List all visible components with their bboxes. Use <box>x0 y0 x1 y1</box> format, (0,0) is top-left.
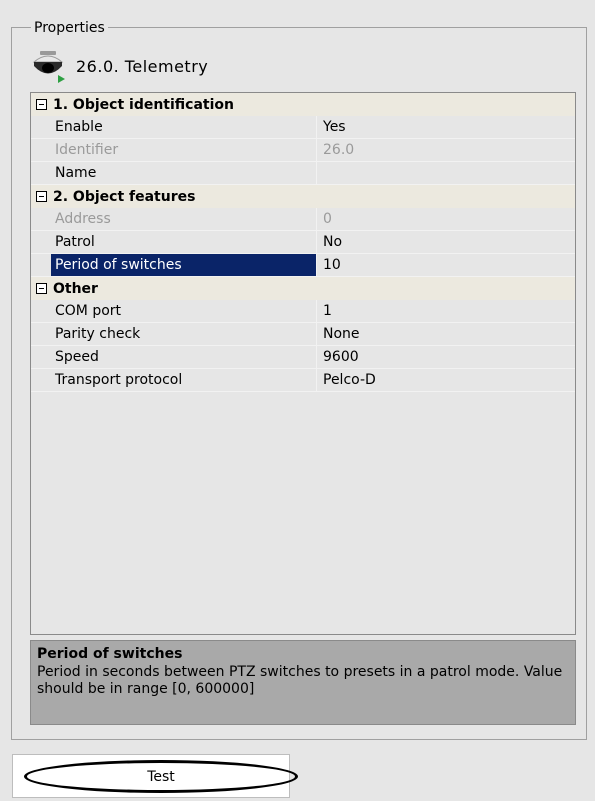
collapse-icon[interactable] <box>36 283 47 294</box>
property-value[interactable]: No <box>316 231 575 253</box>
property-value[interactable]: 10 <box>316 254 575 276</box>
property-value[interactable] <box>316 162 575 184</box>
object-header: 26.0. Telemetry <box>30 48 430 84</box>
category-label: Other <box>53 280 98 297</box>
test-button-label: Test <box>24 760 298 793</box>
category-label: 2. Object features <box>53 188 196 205</box>
property-name: Patrol <box>55 234 95 250</box>
property-name: Transport protocol <box>55 372 183 388</box>
property-name: Name <box>55 165 97 181</box>
property-value[interactable]: Pelco-D <box>316 369 575 391</box>
description-panel: Period of switches Period in seconds bet… <box>30 640 576 725</box>
property-name: Parity check <box>55 326 141 342</box>
property-row-transport-protocol[interactable]: Transport protocol Pelco-D <box>31 369 575 392</box>
property-name: Speed <box>55 349 99 365</box>
properties-label: Properties <box>31 20 108 36</box>
property-row-com-port[interactable]: COM port 1 <box>31 300 575 323</box>
property-value[interactable]: 9600 <box>316 346 575 368</box>
property-row-period-of-switches[interactable]: Period of switches 10 <box>31 254 575 277</box>
property-row-patrol[interactable]: Patrol No <box>31 231 575 254</box>
property-name: Period of switches <box>51 254 316 276</box>
property-row-parity-check[interactable]: Parity check None <box>31 323 575 346</box>
collapse-icon[interactable] <box>36 99 47 110</box>
property-name: Identifier <box>55 142 119 158</box>
property-name: Address <box>55 211 111 227</box>
property-name: COM port <box>55 303 122 319</box>
test-button[interactable]: Test <box>12 754 298 798</box>
property-row-name[interactable]: Name <box>31 162 575 185</box>
category-object-identification[interactable]: 1. Object identification <box>31 93 575 116</box>
property-row-address[interactable]: Address 0 <box>31 208 575 231</box>
property-value[interactable]: None <box>316 323 575 345</box>
property-row-enable[interactable]: Enable Yes <box>31 116 575 139</box>
property-row-identifier[interactable]: Identifier 26.0 <box>31 139 575 162</box>
property-value[interactable]: 1 <box>316 300 575 322</box>
properties-window: Properties 26.0. Telemetry 1. Object ide… <box>0 0 595 801</box>
ptz-camera-icon <box>32 51 65 83</box>
property-value[interactable]: Yes <box>316 116 575 138</box>
property-row-speed[interactable]: Speed 9600 <box>31 346 575 369</box>
description-text: Period in seconds between PTZ switches t… <box>37 664 563 697</box>
collapse-icon[interactable] <box>36 191 47 202</box>
property-grid[interactable]: 1. Object identification Enable Yes Iden… <box>30 92 576 635</box>
category-label: 1. Object identification <box>53 96 234 113</box>
category-other[interactable]: Other <box>31 277 575 300</box>
property-name: Enable <box>55 119 103 135</box>
object-title: 26.0. Telemetry <box>76 56 209 76</box>
property-value: 26.0 <box>316 139 575 161</box>
category-object-features[interactable]: 2. Object features <box>31 185 575 208</box>
property-value: 0 <box>316 208 575 230</box>
description-title: Period of switches <box>37 646 183 662</box>
